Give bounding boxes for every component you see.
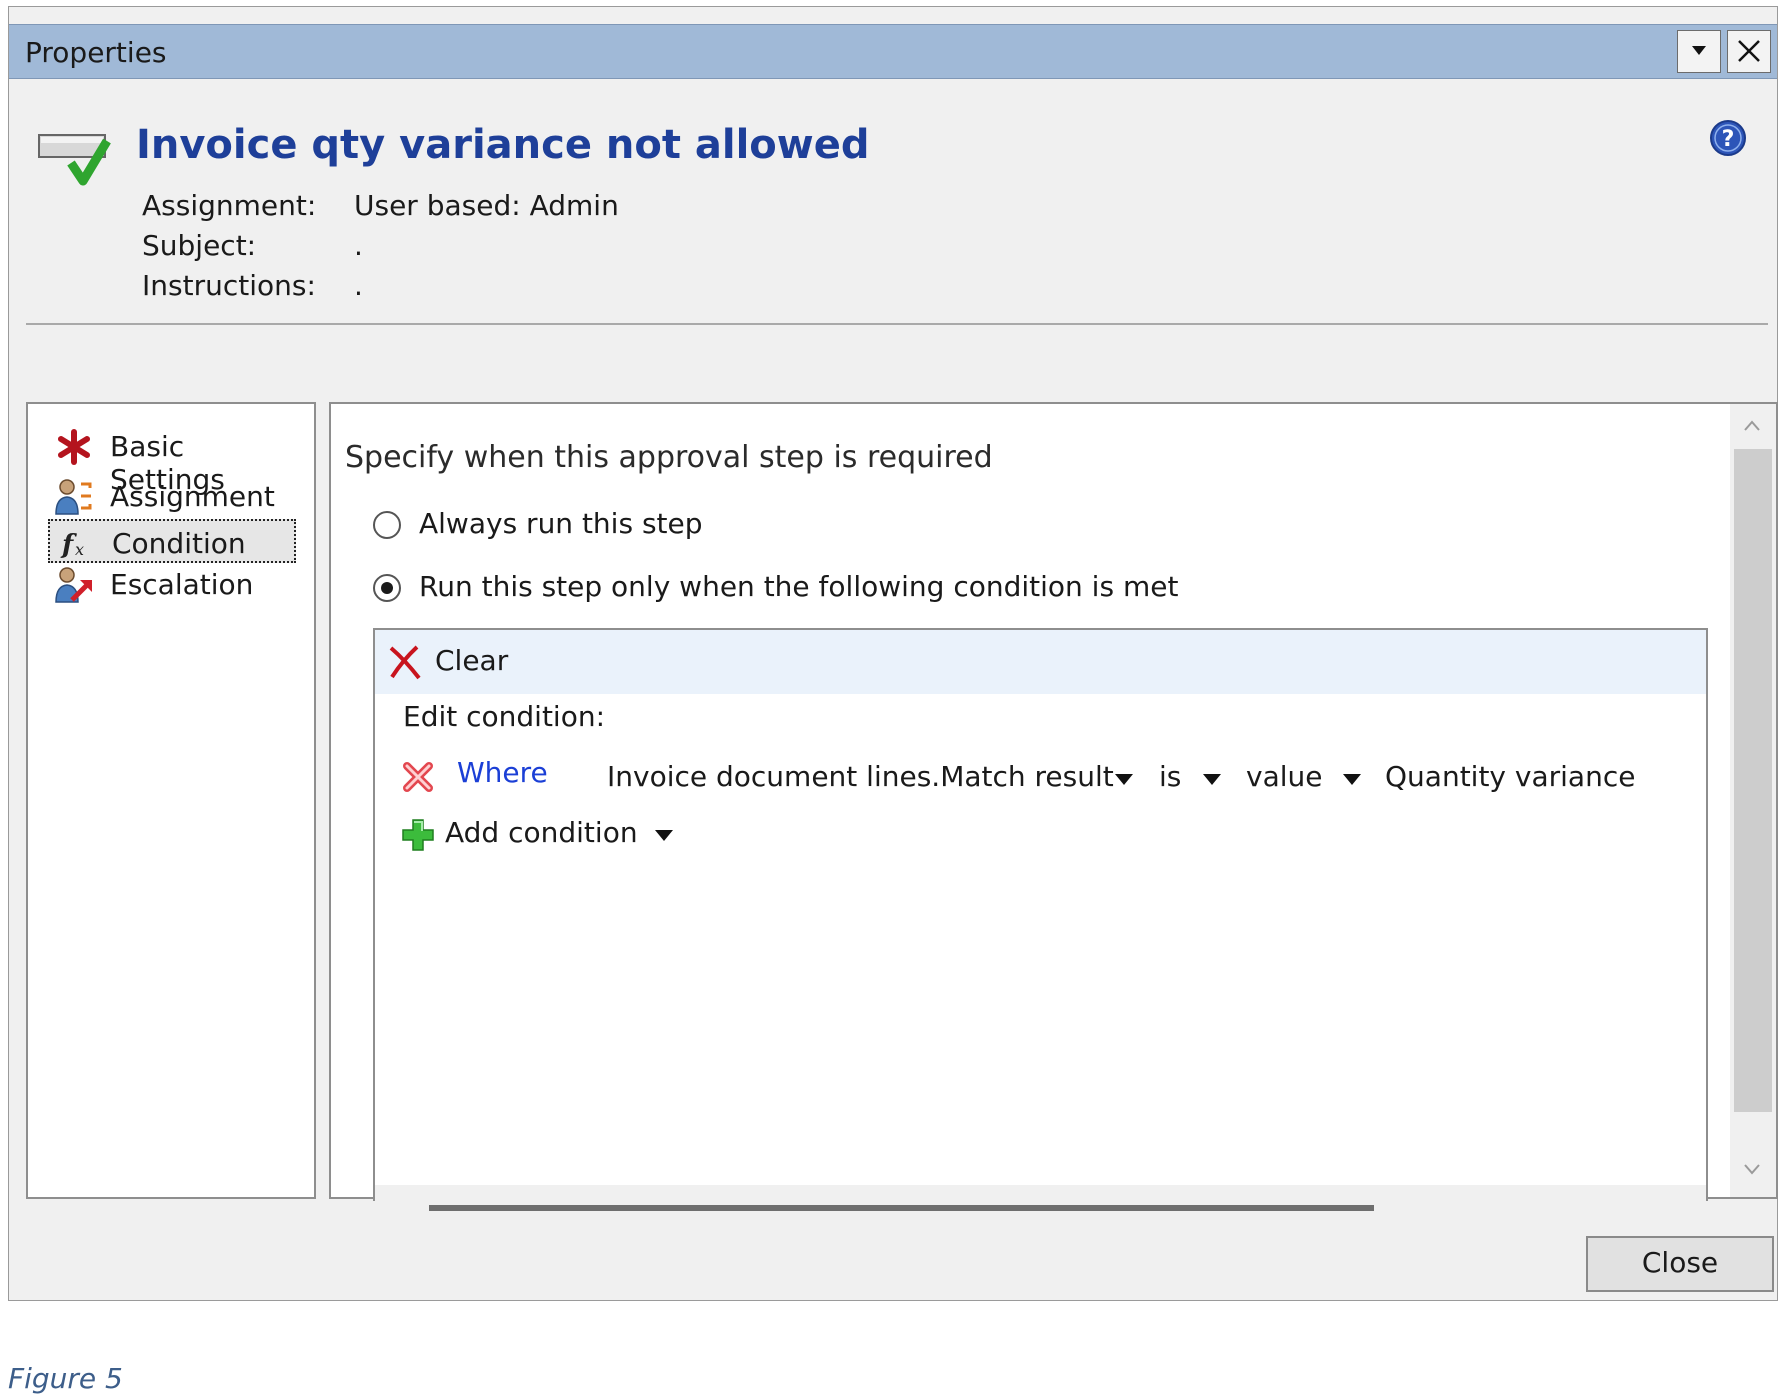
chevron-down-icon xyxy=(1692,46,1706,55)
properties-dialog: Properties Invoice qty variance not allo… xyxy=(8,6,1778,1301)
svg-text:x: x xyxy=(75,540,84,559)
instructions-value: . xyxy=(354,269,363,302)
close-button[interactable]: Close xyxy=(1586,1236,1774,1292)
subject-value: . xyxy=(354,229,363,262)
condition-panel: Specify when this approval step is requi… xyxy=(329,402,1778,1203)
editor-bottom-strip xyxy=(375,1185,1706,1203)
title-bar[interactable]: Properties xyxy=(9,24,1777,79)
chevron-down-icon[interactable] xyxy=(1203,774,1221,785)
conditional-run-label[interactable]: Run this step only when the following co… xyxy=(419,570,1178,603)
assignment-label: Assignment: xyxy=(142,189,317,222)
help-icon[interactable]: ? xyxy=(1709,119,1747,157)
header-divider xyxy=(26,323,1768,325)
nav-item-assignment[interactable]: Assignment xyxy=(48,474,296,518)
vertical-scrollbar[interactable] xyxy=(1730,404,1776,1197)
always-run-label[interactable]: Always run this step xyxy=(419,507,703,540)
red-asterisk-icon xyxy=(58,429,90,465)
horizontal-scrollbar[interactable] xyxy=(429,1205,1374,1211)
clear-x-icon xyxy=(389,645,421,680)
approval-step-icon xyxy=(38,134,111,186)
assignment-value: User based: Admin xyxy=(354,189,619,222)
nav-item-basic-settings[interactable]: Basic Settings xyxy=(48,424,296,496)
window-close-button[interactable] xyxy=(1727,30,1771,73)
nav-item-label: Escalation xyxy=(110,568,254,601)
condition-field-dropdown[interactable]: Invoice document lines.Match result xyxy=(607,760,1114,793)
subject-label: Subject: xyxy=(142,229,257,262)
chevron-down-icon[interactable] xyxy=(1343,774,1361,785)
scroll-up-icon[interactable] xyxy=(1742,416,1762,436)
clear-label: Clear xyxy=(435,644,509,677)
nav-item-label: Assignment xyxy=(110,480,275,513)
nav-item-condition[interactable]: f x Condition xyxy=(48,519,296,563)
chevron-down-icon[interactable] xyxy=(1115,774,1133,785)
delete-condition-icon[interactable] xyxy=(401,760,435,794)
nav-item-label: Condition xyxy=(112,527,246,560)
window-title: Properties xyxy=(25,36,167,69)
scroll-down-icon[interactable] xyxy=(1742,1159,1762,1179)
nav-item-escalation[interactable]: Escalation xyxy=(48,562,296,606)
condition-operator-dropdown[interactable]: is xyxy=(1159,760,1181,793)
fx-icon: f x xyxy=(60,530,84,560)
step-title: Invoice qty variance not allowed xyxy=(136,122,870,168)
condition-heading: Specify when this approval step is requi… xyxy=(345,440,993,475)
conditional-run-radio[interactable] xyxy=(373,574,401,602)
always-run-radio[interactable] xyxy=(373,511,401,539)
condition-value-type-dropdown[interactable]: value xyxy=(1246,760,1322,793)
where-link[interactable]: Where xyxy=(457,756,548,789)
condition-toolbar: Clear xyxy=(375,630,1706,694)
chevron-down-icon[interactable] xyxy=(655,830,673,841)
condition-value-dropdown[interactable]: Quantity variance xyxy=(1385,760,1635,793)
instructions-label: Instructions: xyxy=(142,269,316,302)
user-escalation-icon xyxy=(55,567,92,603)
edit-condition-label: Edit condition: xyxy=(403,700,606,733)
window-menu-button[interactable] xyxy=(1677,30,1721,73)
add-condition-button[interactable]: Add condition xyxy=(445,816,638,849)
add-plus-icon[interactable] xyxy=(401,818,435,852)
scrollbar-thumb[interactable] xyxy=(1734,449,1772,1112)
svg-text:?: ? xyxy=(1722,127,1735,152)
users-assignment-icon xyxy=(55,479,92,515)
condition-editor: Clear Edit condition: Where Invoice docu… xyxy=(373,628,1708,1203)
close-icon xyxy=(1738,40,1760,62)
figure-caption: Figure 5 xyxy=(8,1362,123,1395)
navigation-panel: Basic Settings Assignment f x Condition xyxy=(26,402,316,1199)
